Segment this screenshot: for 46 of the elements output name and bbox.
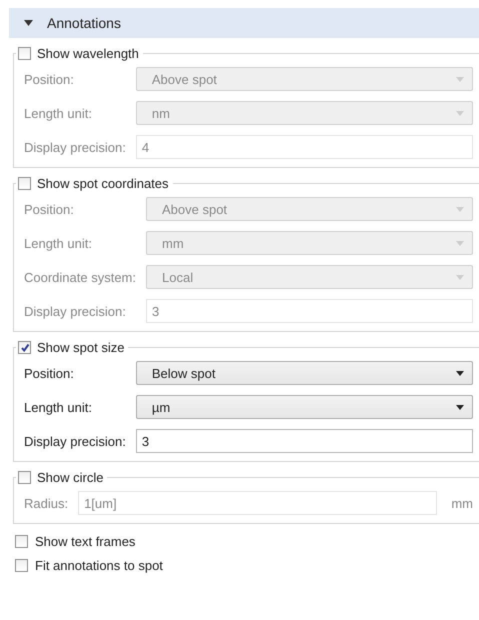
checkbox[interactable]: [15, 558, 28, 572]
unit-label: mm: [450, 496, 473, 510]
field-label: Display precision:: [24, 140, 126, 154]
dropdown-arrow-icon: [456, 274, 464, 280]
input-field[interactable]: 1[um]: [78, 491, 438, 515]
checkbox[interactable]: [18, 341, 31, 354]
input-field[interactable]: 3: [146, 299, 473, 323]
dropdown-arrow-icon: [456, 404, 464, 410]
dropdown[interactable]: Local: [146, 265, 473, 289]
field-label: Length unit:: [24, 400, 93, 414]
dropdown[interactable]: Above spot: [136, 67, 473, 91]
checkmark-icon: [20, 342, 30, 352]
dropdown[interactable]: Above spot: [146, 197, 473, 221]
input-field[interactable]: 4: [136, 135, 473, 159]
dropdown[interactable]: µm: [136, 395, 473, 419]
dropdown-arrow-icon: [456, 370, 464, 376]
field-label: Length unit:: [24, 236, 93, 250]
field-label: Display precision:: [24, 434, 126, 448]
checkbox-label: Fit annotations to spot: [35, 558, 163, 572]
checkbox-label: Show text frames: [35, 534, 136, 548]
checkbox[interactable]: [15, 534, 28, 548]
collapse-triangle-icon: [24, 20, 33, 26]
dropdown-arrow-icon: [456, 206, 464, 212]
section-title: Annotations: [47, 15, 121, 31]
field-label: Length unit:: [24, 106, 93, 120]
dropdown[interactable]: Below spot: [136, 361, 473, 385]
dropdown[interactable]: nm: [136, 101, 473, 125]
section-header[interactable]: Annotations: [9, 8, 479, 38]
checkbox-label: Show wavelength: [37, 46, 139, 61]
input-field[interactable]: 3: [136, 429, 473, 453]
checkbox-label: Show spot coordinates: [37, 176, 169, 191]
dropdown[interactable]: mm: [146, 231, 473, 255]
checkbox[interactable]: [18, 47, 31, 60]
checkbox-label: Show spot size: [37, 340, 124, 355]
checkbox[interactable]: [18, 471, 31, 484]
field-label: Radius:: [24, 496, 68, 510]
field-label: Position:: [24, 202, 75, 216]
field-label: Display precision:: [24, 304, 127, 318]
field-label: Position:: [24, 72, 75, 86]
dropdown-arrow-icon: [456, 110, 464, 116]
field-label: Coordinate system:: [24, 270, 136, 284]
dropdown-arrow-icon: [456, 240, 464, 246]
field-label: Position:: [24, 366, 75, 380]
checkbox[interactable]: [18, 177, 31, 190]
checkbox-label: Show circle: [37, 470, 104, 485]
dropdown-arrow-icon: [456, 76, 464, 82]
